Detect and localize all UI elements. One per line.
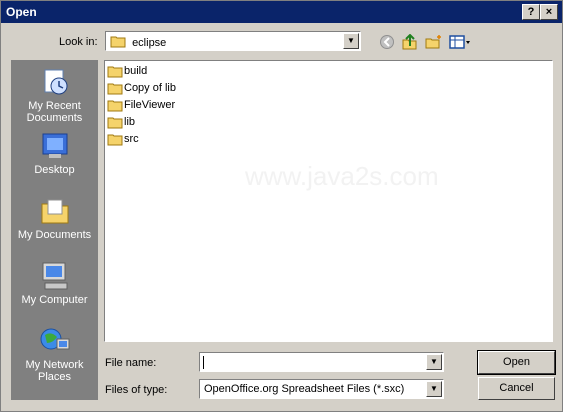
folder-icon <box>107 134 123 146</box>
back-icon[interactable] <box>379 34 397 50</box>
place-label: Desktop <box>34 164 75 176</box>
recent-documents-icon <box>44 69 67 95</box>
folder-icon <box>110 36 126 48</box>
window-title: Open <box>6 5 37 19</box>
look-in-combo[interactable]: eclipse ▼ <box>105 31 361 51</box>
place-label: Documents <box>26 112 83 124</box>
place-label: My Documents <box>17 229 92 241</box>
cancel-button[interactable]: Cancel <box>478 377 555 400</box>
file-list[interactable]: www.java2s.com build Copy of lib FileVie… <box>104 60 553 342</box>
watermark-text: www.java2s.com <box>245 161 439 191</box>
look-in-text: eclipse <box>132 37 167 49</box>
title-bar[interactable]: Open ? × <box>1 1 562 23</box>
new-folder-icon[interactable] <box>425 34 443 50</box>
place-my-recent-documents[interactable]: My Recent Documents <box>11 66 98 124</box>
file-name: Copy of lib <box>124 82 176 94</box>
place-my-documents[interactable]: My Documents <box>11 195 98 241</box>
place-label: My Network <box>25 359 84 371</box>
close-button[interactable]: × <box>540 4 558 20</box>
up-folder-icon[interactable] <box>401 34 419 50</box>
place-my-network-places[interactable]: My Network Places <box>11 325 98 383</box>
place-label: Places <box>37 371 72 383</box>
text-caret <box>203 356 204 369</box>
place-label: My Recent <box>28 100 81 112</box>
my-network-icon <box>40 328 69 350</box>
folder-icon <box>107 100 123 112</box>
file-name-input[interactable]: ▼ <box>199 352 444 372</box>
open-button[interactable]: Open <box>477 350 556 375</box>
file-type-select[interactable]: OpenOffice.org Spreadsheet Files (*.sxc)… <box>199 379 444 399</box>
file-name: src <box>124 133 139 145</box>
file-type-label: Files of type: <box>105 384 168 396</box>
help-button[interactable]: ? <box>522 4 540 20</box>
file-name: lib <box>124 116 136 128</box>
folder-icon <box>107 83 123 95</box>
file-name-label: File name: <box>105 357 157 369</box>
open-dialog: Open ? × Look in: eclipse ▼ My Recent Do… <box>0 0 563 412</box>
folder-icon <box>107 117 123 129</box>
file-name: FileViewer <box>124 99 176 111</box>
look-in-label: Look in: <box>59 36 98 48</box>
my-computer-icon <box>42 262 67 290</box>
place-my-computer[interactable]: My Computer <box>11 260 98 306</box>
chevron-down-icon[interactable]: ▼ <box>426 354 442 370</box>
place-desktop[interactable]: Desktop <box>11 130 98 176</box>
place-label: My Computer <box>21 294 88 306</box>
chevron-down-icon[interactable]: ▼ <box>426 381 442 397</box>
file-type-value: OpenOffice.org Spreadsheet Files (*.sxc) <box>204 383 405 395</box>
look-in-value: eclipse <box>110 35 166 49</box>
places-bar: My Recent Documents Desktop My Documents <box>11 60 98 400</box>
chevron-down-icon[interactable]: ▼ <box>343 33 359 49</box>
desktop-icon <box>42 133 67 158</box>
my-documents-icon <box>41 199 68 224</box>
view-menu-icon[interactable] <box>449 34 471 50</box>
file-name: build <box>124 65 148 77</box>
folder-icon <box>107 66 123 78</box>
